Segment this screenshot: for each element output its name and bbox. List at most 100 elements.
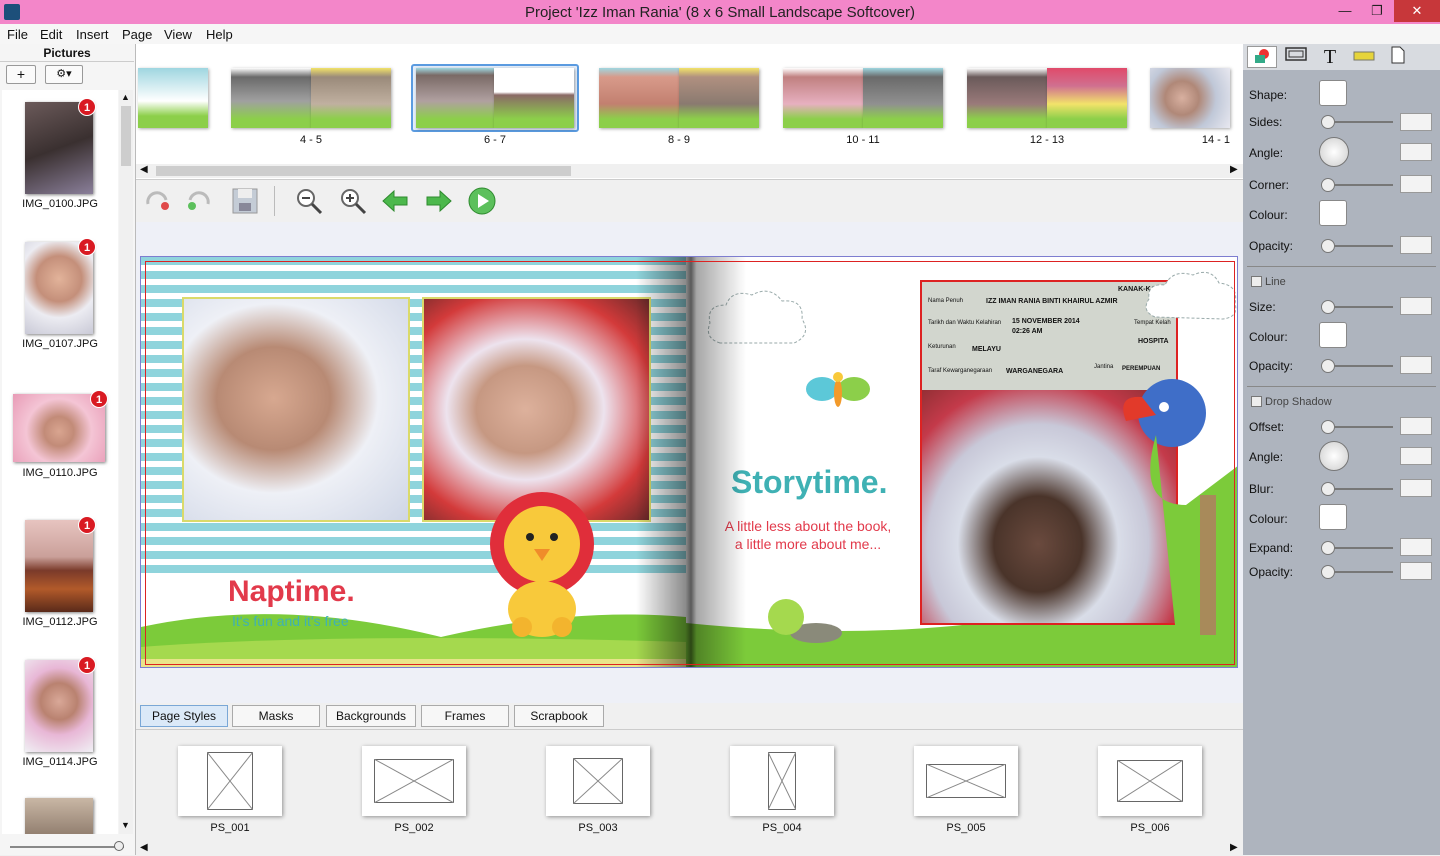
save-icon[interactable]	[230, 186, 260, 216]
picture-item[interactable]: 1 IMG_0112.JPG	[2, 516, 118, 660]
line-colour-swatch[interactable]	[1319, 322, 1347, 348]
settings-dropdown-button[interactable]: ⚙▾	[45, 65, 83, 84]
text-properties-icon[interactable]: T	[1315, 46, 1345, 68]
page-style-item[interactable]: PS_002	[362, 746, 466, 834]
shadow-opacity-slider-knob[interactable]	[1321, 565, 1335, 579]
menu-edit[interactable]: Edit	[40, 27, 62, 42]
scroll-right-icon[interactable]: ▶	[1230, 164, 1238, 175]
scroll-thumb[interactable]	[156, 166, 571, 176]
right-subheading-line2[interactable]: a little more about me...	[722, 536, 894, 552]
add-picture-button[interactable]: +	[6, 65, 36, 84]
size-input[interactable]	[1400, 297, 1432, 315]
picture-thumbnail[interactable]	[25, 102, 93, 194]
line-opacity-input[interactable]	[1400, 356, 1432, 374]
tab-backgrounds[interactable]: Backgrounds	[326, 705, 416, 727]
spread-thumbnail[interactable]: 10 - 11	[783, 68, 943, 146]
play-preview-icon[interactable]	[467, 186, 497, 216]
scroll-down-icon[interactable]: ▼	[121, 820, 130, 830]
undo-icon[interactable]	[142, 186, 172, 216]
scroll-up-icon[interactable]: ▲	[121, 92, 130, 102]
thumbnail-size-slider[interactable]	[10, 841, 124, 851]
menu-file[interactable]: File	[7, 27, 28, 42]
picture-thumbnail[interactable]	[25, 798, 93, 834]
minimize-button[interactable]: —	[1330, 0, 1360, 22]
line-opacity-slider-knob[interactable]	[1321, 359, 1335, 373]
photo-frame-left[interactable]	[182, 297, 410, 522]
angle-dial[interactable]	[1319, 137, 1349, 167]
redo-icon[interactable]	[184, 186, 214, 216]
tab-masks[interactable]: Masks	[232, 705, 320, 727]
next-page-icon[interactable]	[424, 186, 454, 216]
blur-slider-knob[interactable]	[1321, 482, 1335, 496]
offset-input[interactable]	[1400, 417, 1432, 435]
sides-slider-knob[interactable]	[1321, 115, 1335, 129]
shadow-angle-dial[interactable]	[1319, 441, 1349, 471]
drop-shadow-checkbox[interactable]	[1251, 396, 1262, 407]
page-style-item[interactable]: PS_003	[546, 746, 650, 834]
picture-item[interactable]: 1 IMG_0100.JPG	[2, 98, 118, 242]
left-heading[interactable]: Naptime.	[228, 575, 355, 609]
expand-input[interactable]	[1400, 538, 1432, 556]
menu-help[interactable]: Help	[206, 27, 233, 42]
shape-picker[interactable]	[1319, 80, 1347, 106]
right-page[interactable]: Storytime. A little less about the book,…	[686, 257, 1237, 667]
blur-input[interactable]	[1400, 479, 1432, 497]
shadow-opacity-input[interactable]	[1400, 562, 1432, 580]
previous-page-icon[interactable]	[380, 186, 410, 216]
picture-thumbnail[interactable]	[25, 660, 93, 752]
line-checkbox[interactable]	[1251, 276, 1262, 287]
picture-thumbnail[interactable]	[25, 242, 93, 334]
scroll-left-icon[interactable]: ◀	[140, 164, 148, 175]
left-subheading[interactable]: It's fun and it's free	[232, 613, 349, 629]
left-page[interactable]: Naptime. It's fun and it's free	[141, 257, 686, 667]
shadow-colour-swatch[interactable]	[1319, 504, 1347, 530]
styles-scrollbar[interactable]: ◀ ▶	[136, 842, 1243, 856]
close-button[interactable]: ✕	[1394, 0, 1440, 22]
menu-insert[interactable]: Insert	[76, 27, 109, 42]
opacity-slider-knob[interactable]	[1321, 239, 1335, 253]
page-style-item[interactable]: PS_004	[730, 746, 834, 834]
size-slider-knob[interactable]	[1321, 300, 1335, 314]
picture-item[interactable]: 1 IMG_0107.JPG	[2, 238, 118, 382]
tab-frames[interactable]: Frames	[421, 705, 509, 727]
colour-swatch[interactable]	[1319, 200, 1347, 226]
picture-item[interactable]	[2, 798, 118, 834]
page-properties-icon[interactable]	[1383, 46, 1413, 68]
ruler-icon[interactable]	[1349, 46, 1379, 68]
spread-thumbnail[interactable]: 8 - 9	[599, 68, 759, 146]
scroll-right-icon[interactable]: ▶	[1230, 842, 1238, 853]
corner-slider-knob[interactable]	[1321, 178, 1335, 192]
page-style-item[interactable]: PS_005	[914, 746, 1018, 834]
right-heading[interactable]: Storytime.	[731, 464, 887, 501]
sides-input[interactable]	[1400, 113, 1432, 131]
right-subheading-line1[interactable]: A little less about the book,	[722, 518, 894, 534]
spread-thumbnail[interactable]: 12 - 13	[967, 68, 1127, 146]
picture-item[interactable]: 1 IMG_0114.JPG	[2, 656, 118, 800]
expand-slider-knob[interactable]	[1321, 541, 1335, 555]
picture-item[interactable]: 1 IMG_0110.JPG	[2, 390, 118, 514]
zoom-out-icon[interactable]	[294, 186, 324, 216]
slider-knob[interactable]	[114, 841, 124, 851]
frame-properties-icon[interactable]	[1281, 46, 1311, 68]
shadow-angle-input[interactable]	[1400, 447, 1432, 465]
spread-thumbnail-selected[interactable]: 6 - 7	[411, 64, 579, 146]
spread-thumbnail[interactable]	[138, 68, 208, 128]
picture-thumbnail[interactable]	[25, 520, 93, 612]
offset-slider-knob[interactable]	[1321, 420, 1335, 434]
scroll-left-icon[interactable]: ◀	[140, 842, 148, 853]
scroll-thumb[interactable]	[121, 106, 131, 166]
zoom-in-icon[interactable]	[338, 186, 368, 216]
spread-thumbnail[interactable]: 4 - 5	[231, 68, 391, 146]
spread-thumbnail[interactable]: 14 - 1	[1150, 68, 1230, 146]
angle-input[interactable]	[1400, 143, 1432, 161]
opacity-input[interactable]	[1400, 236, 1432, 254]
pictures-scrollbar[interactable]: ▲ ▼	[119, 90, 133, 834]
tab-page-styles[interactable]: Page Styles	[140, 705, 228, 727]
page-style-item[interactable]: PS_006	[1098, 746, 1202, 834]
book-spread[interactable]: Naptime. It's fun and it's free Storytim…	[140, 256, 1238, 668]
filmstrip-scrollbar[interactable]: ◀ ▶	[136, 164, 1243, 178]
restore-button[interactable]: ❐	[1362, 0, 1392, 22]
tab-scrapbook[interactable]: Scrapbook	[514, 705, 604, 727]
page-style-item[interactable]: PS_001	[178, 746, 282, 834]
corner-input[interactable]	[1400, 175, 1432, 193]
